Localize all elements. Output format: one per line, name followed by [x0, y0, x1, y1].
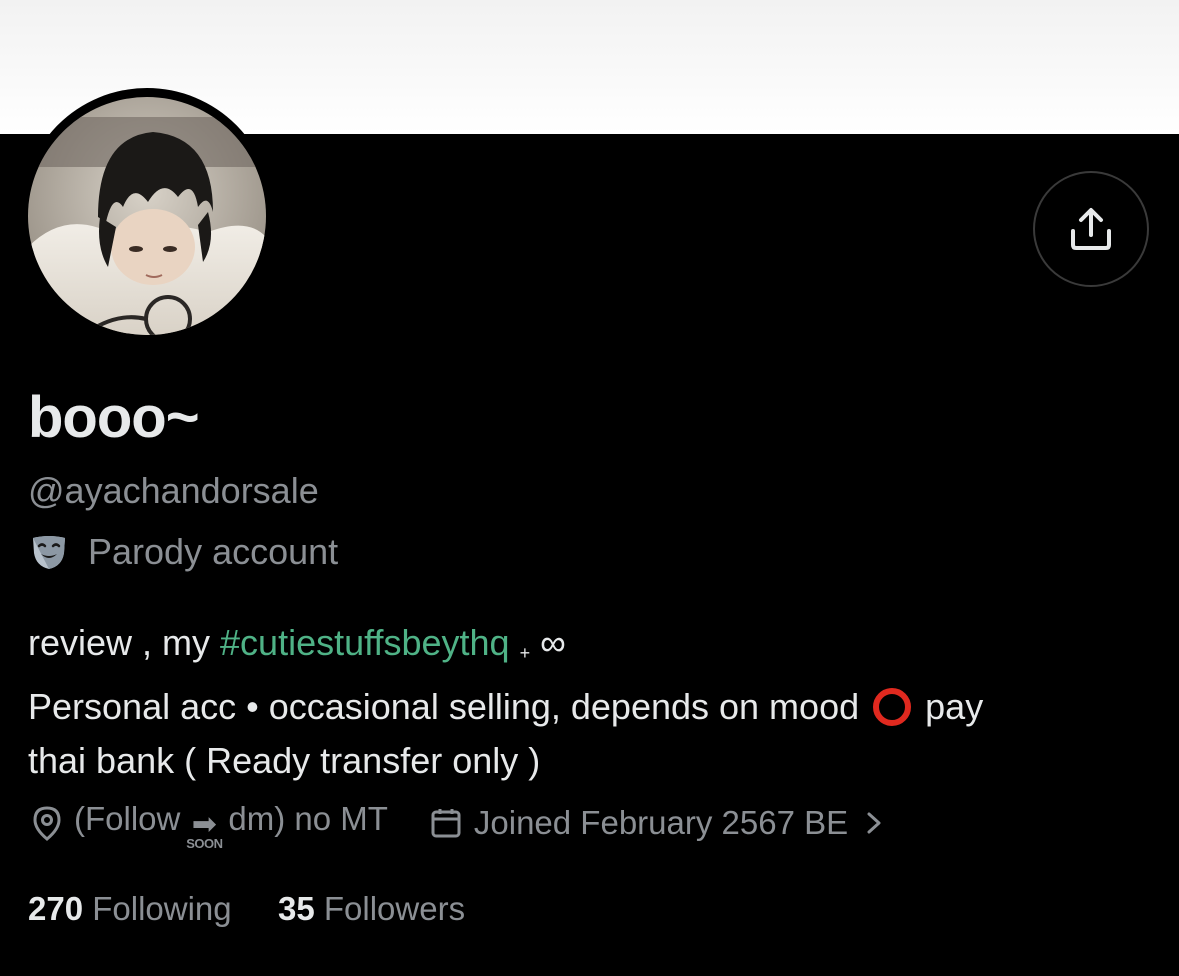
- bio-text: review , my: [28, 622, 221, 663]
- location-pin-icon: [33, 806, 61, 841]
- location-text: (Follow ➡ SOON dm) no MT: [74, 799, 388, 851]
- avatar-image: [28, 97, 266, 335]
- share-upload-icon: [1071, 208, 1111, 250]
- followers-link[interactable]: 35 Followers: [278, 890, 465, 927]
- followers-label: Followers: [323, 890, 466, 927]
- joined-date[interactable]: Joined February 2567 BE: [474, 804, 848, 842]
- bio-text: Personal acc • occasional selling, depen…: [28, 686, 860, 727]
- followers-count: 35: [277, 890, 315, 927]
- theater-mask-icon: [30, 533, 68, 571]
- following-link[interactable]: 270 Following: [28, 890, 232, 927]
- bio-infinity: ∞: [540, 622, 566, 663]
- bio-plus: +: [519, 643, 531, 663]
- bio: review , my #cutiestuffsbeythq + ∞ Perso…: [28, 616, 1148, 788]
- follow-counts: 270 Following 35 Followers: [28, 890, 465, 928]
- bio-text: pay: [925, 686, 984, 727]
- profile-meta-row: (Follow ➡ SOON dm) no MT Joined February 25…: [30, 799, 884, 851]
- share-button[interactable]: [1033, 171, 1149, 287]
- red-circle-icon: [873, 687, 912, 726]
- hashtag-link[interactable]: #cutiestuffsbeythq: [220, 622, 510, 663]
- bio-line-2: Personal acc • occasional selling, depen…: [28, 680, 1148, 734]
- parody-account-text: Parody account: [88, 531, 339, 572]
- bio-line-1: review , my #cutiestuffsbeythq + ∞: [28, 616, 1148, 680]
- bio-line-3: thai bank ( Ready transfer only ): [28, 740, 541, 781]
- chevron-right-icon[interactable]: [864, 810, 884, 836]
- following-label: Following: [92, 890, 232, 927]
- location-prefix: (Follow: [74, 799, 181, 837]
- soon-arrow-icon: ➡ SOON: [186, 807, 223, 851]
- display-name: booo~: [28, 385, 200, 450]
- avatar[interactable]: [28, 97, 266, 335]
- parody-label-row: Parody account: [30, 530, 338, 574]
- username-handle: @ayachandorsale: [28, 470, 319, 511]
- calendar-icon: [431, 809, 461, 838]
- soon-label: SOON: [186, 835, 223, 851]
- following-count: 270: [28, 890, 84, 927]
- location-suffix: dm) no MT: [228, 799, 388, 837]
